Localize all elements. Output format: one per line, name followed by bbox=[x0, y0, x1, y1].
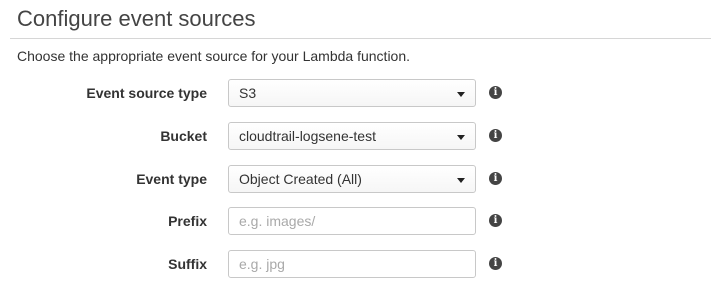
suffix-label: Suffix bbox=[168, 256, 207, 272]
event-source-type-value: S3 bbox=[239, 85, 257, 101]
event-type-label: Event type bbox=[136, 171, 207, 187]
event-source-type-row: Event source type S3 i bbox=[0, 79, 711, 107]
prefix-input[interactable] bbox=[228, 207, 476, 235]
bucket-label: Bucket bbox=[160, 128, 207, 144]
info-icon[interactable]: i bbox=[489, 214, 502, 227]
suffix-row: Suffix i bbox=[0, 250, 711, 278]
title-divider bbox=[10, 38, 711, 39]
chevron-down-icon bbox=[457, 178, 465, 183]
info-icon[interactable]: i bbox=[489, 86, 502, 99]
info-icon[interactable]: i bbox=[489, 129, 502, 142]
info-icon[interactable]: i bbox=[489, 257, 502, 270]
bucket-row: Bucket cloudtrail-logsene-test i bbox=[0, 122, 711, 150]
event-type-row: Event type Object Created (All) i bbox=[0, 165, 711, 193]
suffix-input[interactable] bbox=[228, 250, 476, 278]
bucket-value: cloudtrail-logsene-test bbox=[239, 128, 376, 144]
bucket-select[interactable]: cloudtrail-logsene-test bbox=[228, 122, 476, 150]
page-title: Configure event sources bbox=[17, 6, 256, 31]
prefix-label: Prefix bbox=[168, 213, 207, 229]
chevron-down-icon bbox=[457, 92, 465, 97]
event-type-value: Object Created (All) bbox=[239, 171, 362, 187]
event-source-type-select[interactable]: S3 bbox=[228, 79, 476, 107]
info-icon[interactable]: i bbox=[489, 172, 502, 185]
event-source-type-label: Event source type bbox=[86, 85, 207, 101]
event-type-select[interactable]: Object Created (All) bbox=[228, 165, 476, 193]
page-description: Choose the appropriate event source for … bbox=[17, 48, 411, 64]
prefix-row: Prefix i bbox=[0, 207, 711, 235]
chevron-down-icon bbox=[457, 135, 465, 140]
